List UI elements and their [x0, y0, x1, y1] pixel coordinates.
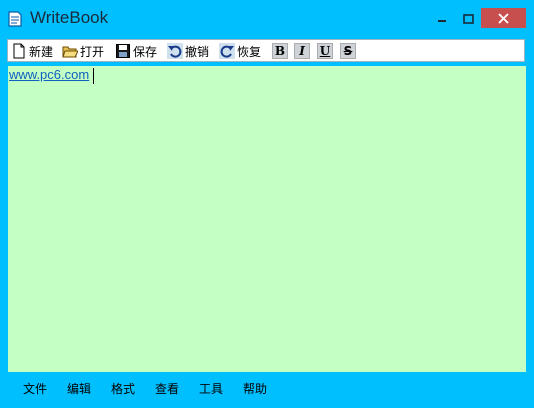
redo-icon	[219, 43, 235, 59]
minimize-icon	[437, 9, 447, 28]
editor-area[interactable]: www.pc6.com	[8, 66, 526, 372]
window-title: WriteBook	[30, 8, 109, 27]
maximize-icon	[462, 9, 474, 28]
undo-label: 撤销	[185, 44, 210, 59]
text-caret	[93, 68, 94, 84]
underline-button[interactable]: U	[317, 43, 333, 59]
menu-format[interactable]: 格式	[111, 380, 135, 397]
undo-button[interactable]: 撤销	[167, 42, 209, 60]
bold-button[interactable]: B	[272, 43, 288, 59]
menu-bar: 文件 编辑 格式 查看 工具 帮助	[0, 376, 534, 400]
strikethrough-button[interactable]: S	[340, 43, 356, 59]
new-file-icon	[11, 43, 27, 59]
menu-help[interactable]: 帮助	[243, 380, 267, 397]
new-button[interactable]: 新建	[11, 42, 53, 60]
toolbar: 新建 打开 保存 撤销 恢复 B I U S	[7, 39, 525, 62]
save-button[interactable]: 保存	[115, 42, 157, 60]
open-label: 打开	[80, 44, 105, 59]
menu-view[interactable]: 查看	[155, 380, 179, 397]
open-folder-icon	[62, 43, 79, 59]
app-window: WriteBook 新建 打开 保存 撤销 恢复 B I U S www.pc6…	[0, 0, 534, 408]
editor-link-text[interactable]: www.pc6.com	[9, 67, 89, 82]
new-label: 新建	[29, 44, 54, 59]
undo-icon	[167, 43, 183, 59]
save-disk-icon	[115, 43, 131, 59]
close-icon	[498, 9, 509, 28]
menu-edit[interactable]: 编辑	[67, 380, 91, 397]
menu-file[interactable]: 文件	[23, 380, 47, 397]
redo-label: 恢复	[237, 44, 262, 59]
italic-button[interactable]: I	[294, 43, 310, 59]
menu-tools[interactable]: 工具	[199, 380, 223, 397]
save-label: 保存	[133, 44, 158, 59]
open-button[interactable]: 打开	[62, 42, 104, 60]
writebook-app-icon	[8, 11, 22, 27]
close-button[interactable]	[481, 8, 526, 28]
maximize-button[interactable]	[452, 8, 484, 28]
title-bar[interactable]: WriteBook	[0, 0, 534, 38]
redo-button[interactable]: 恢复	[219, 42, 261, 60]
